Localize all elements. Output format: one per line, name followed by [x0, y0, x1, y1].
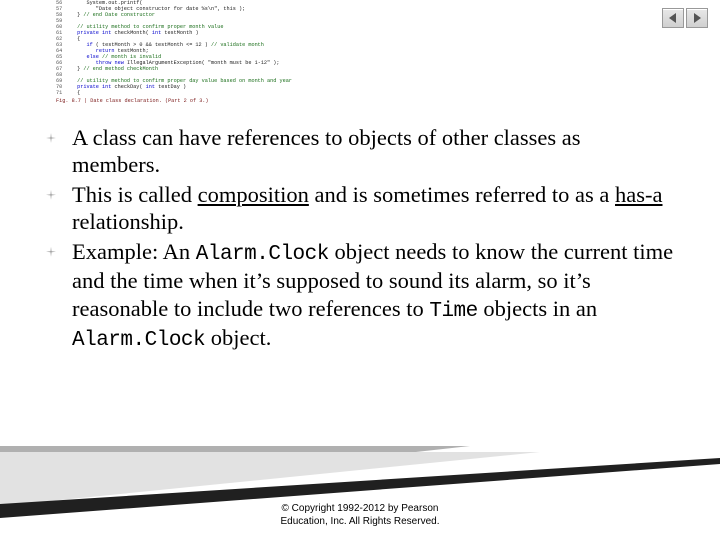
copyright-line2: Education, Inc. All Rights Reserved.	[0, 516, 720, 529]
prev-button[interactable]	[662, 8, 684, 28]
copyright-line1: © Copyright 1992-2012 by Pearson	[0, 503, 720, 516]
triangle-left-icon	[668, 13, 678, 23]
code-figure: 56 System.out.printf(57 "Date object con…	[56, 0, 616, 104]
bullet-list: A class can have references to objects o…	[40, 124, 674, 354]
nav-arrows	[662, 8, 708, 28]
bullet-item: Example: An Alarm.Clock object needs to …	[40, 238, 674, 354]
bullet-item: This is called composition and is someti…	[40, 181, 674, 236]
triangle-right-icon	[692, 13, 702, 23]
bullet-item: A class can have references to objects o…	[40, 124, 674, 179]
next-button[interactable]	[686, 8, 708, 28]
copyright: © Copyright 1992-2012 by Pearson Educati…	[0, 503, 720, 528]
slide-body: A class can have references to objects o…	[40, 124, 674, 356]
